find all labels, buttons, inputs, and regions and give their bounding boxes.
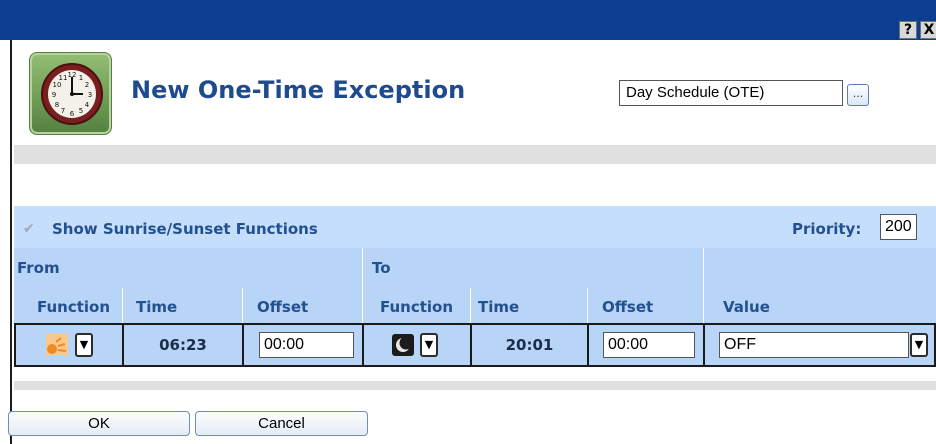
value-cell: OFF ▼ xyxy=(703,323,936,367)
svg-text:2: 2 xyxy=(85,81,89,89)
svg-text:5: 5 xyxy=(79,107,83,115)
priority-input[interactable]: 200 xyxy=(880,214,917,240)
column-header: Time xyxy=(136,298,178,316)
column-header: Function xyxy=(380,298,454,316)
value-dropdown-button[interactable]: ▼ xyxy=(910,333,928,357)
svg-text:1: 1 xyxy=(79,74,83,82)
svg-text:8: 8 xyxy=(55,101,59,109)
priority-label: Priority: xyxy=(792,220,862,238)
svg-text:9: 9 xyxy=(52,91,56,99)
window-titlebar: ? X xyxy=(0,0,936,40)
svg-text:4: 4 xyxy=(85,101,90,109)
to-function-dropdown[interactable]: ▼ xyxy=(420,333,438,357)
svg-text:11: 11 xyxy=(59,74,68,82)
column-header: Offset xyxy=(257,298,309,316)
value-select[interactable]: OFF xyxy=(719,332,909,358)
checkbox-checked-icon[interactable]: ✔ xyxy=(23,222,37,236)
show-sunrise-sunset-label: Show Sunrise/Sunset Functions xyxy=(52,220,318,238)
help-button[interactable]: ? xyxy=(899,21,917,39)
to-label: To xyxy=(372,259,391,277)
divider xyxy=(14,145,936,164)
svg-text:10: 10 xyxy=(53,81,62,89)
from-to-header-row: From To xyxy=(14,248,936,288)
dialog-border xyxy=(10,40,12,444)
sunrise-icon xyxy=(46,334,68,356)
from-offset-input[interactable]: 00:00 xyxy=(259,332,354,358)
schedule-input[interactable]: Day Schedule (OTE) xyxy=(619,80,843,106)
from-function-dropdown[interactable]: ▼ xyxy=(75,333,93,357)
to-offset-cell: 00:00 xyxy=(587,323,705,367)
svg-text:7: 7 xyxy=(61,107,65,115)
close-button[interactable]: X xyxy=(920,21,936,39)
column-header: Time xyxy=(478,298,520,316)
page-title: New One-Time Exception xyxy=(131,76,466,104)
clock-icon: 12 3 6 9 1 2 4 5 7 8 10 11 xyxy=(29,52,112,135)
cancel-button[interactable]: Cancel xyxy=(195,411,368,436)
from-time-cell: 06:23 xyxy=(122,323,244,367)
divider xyxy=(14,381,936,390)
column-divider xyxy=(703,248,704,328)
svg-text:6: 6 xyxy=(70,110,75,118)
schedule-table: ✔ Show Sunrise/Sunset Functions Priority… xyxy=(14,206,936,377)
options-row: ✔ Show Sunrise/Sunset Functions Priority… xyxy=(14,206,936,248)
column-header: Value xyxy=(723,298,770,316)
browse-button[interactable]: ... xyxy=(847,84,869,106)
to-time-cell: 20:01 xyxy=(470,323,589,367)
column-divider xyxy=(362,248,363,328)
ok-button[interactable]: OK xyxy=(8,411,190,436)
from-offset-cell: 00:00 xyxy=(242,323,364,367)
to-offset-input[interactable]: 00:00 xyxy=(603,332,695,358)
from-function-cell: ▼ xyxy=(14,323,124,367)
svg-text:3: 3 xyxy=(88,91,92,99)
column-header: Offset xyxy=(602,298,654,316)
to-function-cell: ▼ xyxy=(362,323,472,367)
from-label: From xyxy=(17,259,60,277)
moon-icon xyxy=(392,334,414,356)
column-header: Function xyxy=(37,298,111,316)
